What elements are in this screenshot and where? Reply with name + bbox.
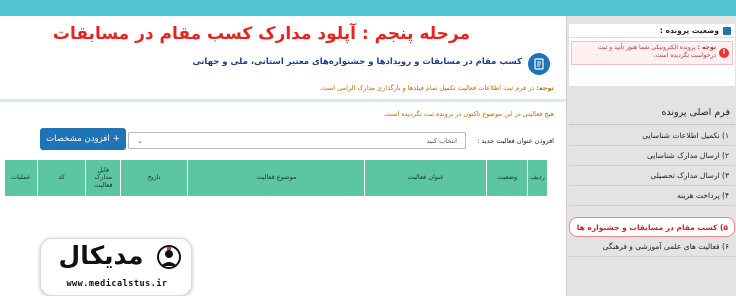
file-status-alert: ! توجه : پرونده الکترونیکی شما هنوز تأیی…: [571, 41, 733, 65]
col-code: کد: [36, 159, 87, 197]
note-label: توجه:: [536, 84, 554, 92]
sidebar-item-payment[interactable]: ۴) پرداخت هزینه: [569, 186, 735, 206]
page-subtitle: کسب مقام در مسابقات و رویدادها و جشنواره…: [192, 57, 522, 67]
sidebar-item-identity-documents[interactable]: ۲) ارسال مدارک شناسایی: [569, 146, 735, 166]
activities-table: ردیف وضعیت عنوان فعالیت موضوع فعالیت تار…: [4, 159, 548, 197]
sidebar-item-competitions[interactable]: ۵) کسب مقام در مسابقات و جشنواره ها: [569, 217, 735, 237]
activity-select-value: انتخاب کنید: [426, 136, 457, 145]
col-documents-file: فایل مدارک فعالیت: [85, 159, 122, 197]
note-text: در فرم ثبت اطلاعات فعالیت تکمیل تمام فیل…: [319, 84, 537, 92]
chevron-down-icon: ⌄: [137, 136, 143, 145]
col-status: وضعیت: [486, 159, 529, 197]
col-row-number: ردیف: [527, 159, 548, 197]
medical-logo: مدیکال www.medicalstus.ir: [40, 238, 192, 296]
top-bar: [0, 0, 736, 16]
add-details-label: افزودن مشخصات: [46, 134, 110, 144]
file-status-title: وضعیت پرونده :: [659, 26, 719, 35]
required-fields-note: توجه: در فرم ثبت اطلاعات فعالیت تکمیل تم…: [319, 84, 554, 92]
document-icon: [528, 53, 550, 75]
col-actions: عملیات: [4, 159, 38, 197]
sidebar-item-cultural-activities[interactable]: ۶) فعالیت های علمی آموزشی و فرهنگی: [569, 237, 735, 257]
file-status-header: وضعیت پرونده :: [569, 24, 735, 38]
logo-wordmark: مدیکال: [58, 241, 144, 270]
col-activity-title: عنوان فعالیت: [364, 159, 488, 197]
sidebar-item-identity-info[interactable]: ۱) تکمیل اطلاعات شناسایی: [569, 126, 735, 146]
add-details-button[interactable]: + افزودن مشخصات: [40, 128, 126, 150]
menu-divider: [569, 124, 735, 125]
page-title: مرحله پنجم : آپلود مدارک کسب مقام در مسا…: [52, 24, 470, 44]
menu-title: فرم اصلی پرونده: [661, 107, 730, 118]
empty-state-message: هیچ فعالیتی در این موضوع تاکنون در پروند…: [383, 110, 554, 118]
main-content: مرحله پنجم : آپلود مدارک کسب مقام در مسا…: [0, 16, 566, 296]
file-status-card: وضعیت پرونده : ! توجه : پرونده الکترونیک…: [569, 24, 735, 86]
doctor-icon: [157, 245, 181, 269]
alert-icon: !: [719, 48, 729, 58]
square-icon: [723, 26, 731, 35]
status-alert-label: توجه :: [697, 44, 716, 51]
table-header-row: ردیف وضعیت عنوان فعالیت موضوع فعالیت تار…: [4, 159, 548, 197]
divider: [0, 99, 566, 102]
activity-select[interactable]: انتخاب کنید ⌄: [128, 132, 466, 149]
sidebar-item-education-documents[interactable]: ۳) ارسال مدارک تحصیلی: [569, 166, 735, 186]
col-activity-topic: موضوع فعالیت: [187, 159, 366, 197]
add-activity-label: افزودن عنوان فعالیت جدید :: [477, 137, 554, 145]
sidebar-menu: ۱) تکمیل اطلاعات شناسایی ۲) ارسال مدارک …: [569, 126, 735, 257]
logo-url: www.medicalstus.ir: [66, 279, 168, 289]
sidebar: وضعیت پرونده : ! توجه : پرونده الکترونیک…: [566, 16, 736, 296]
plus-icon: +: [112, 134, 120, 144]
col-date: تاریخ: [120, 159, 189, 197]
